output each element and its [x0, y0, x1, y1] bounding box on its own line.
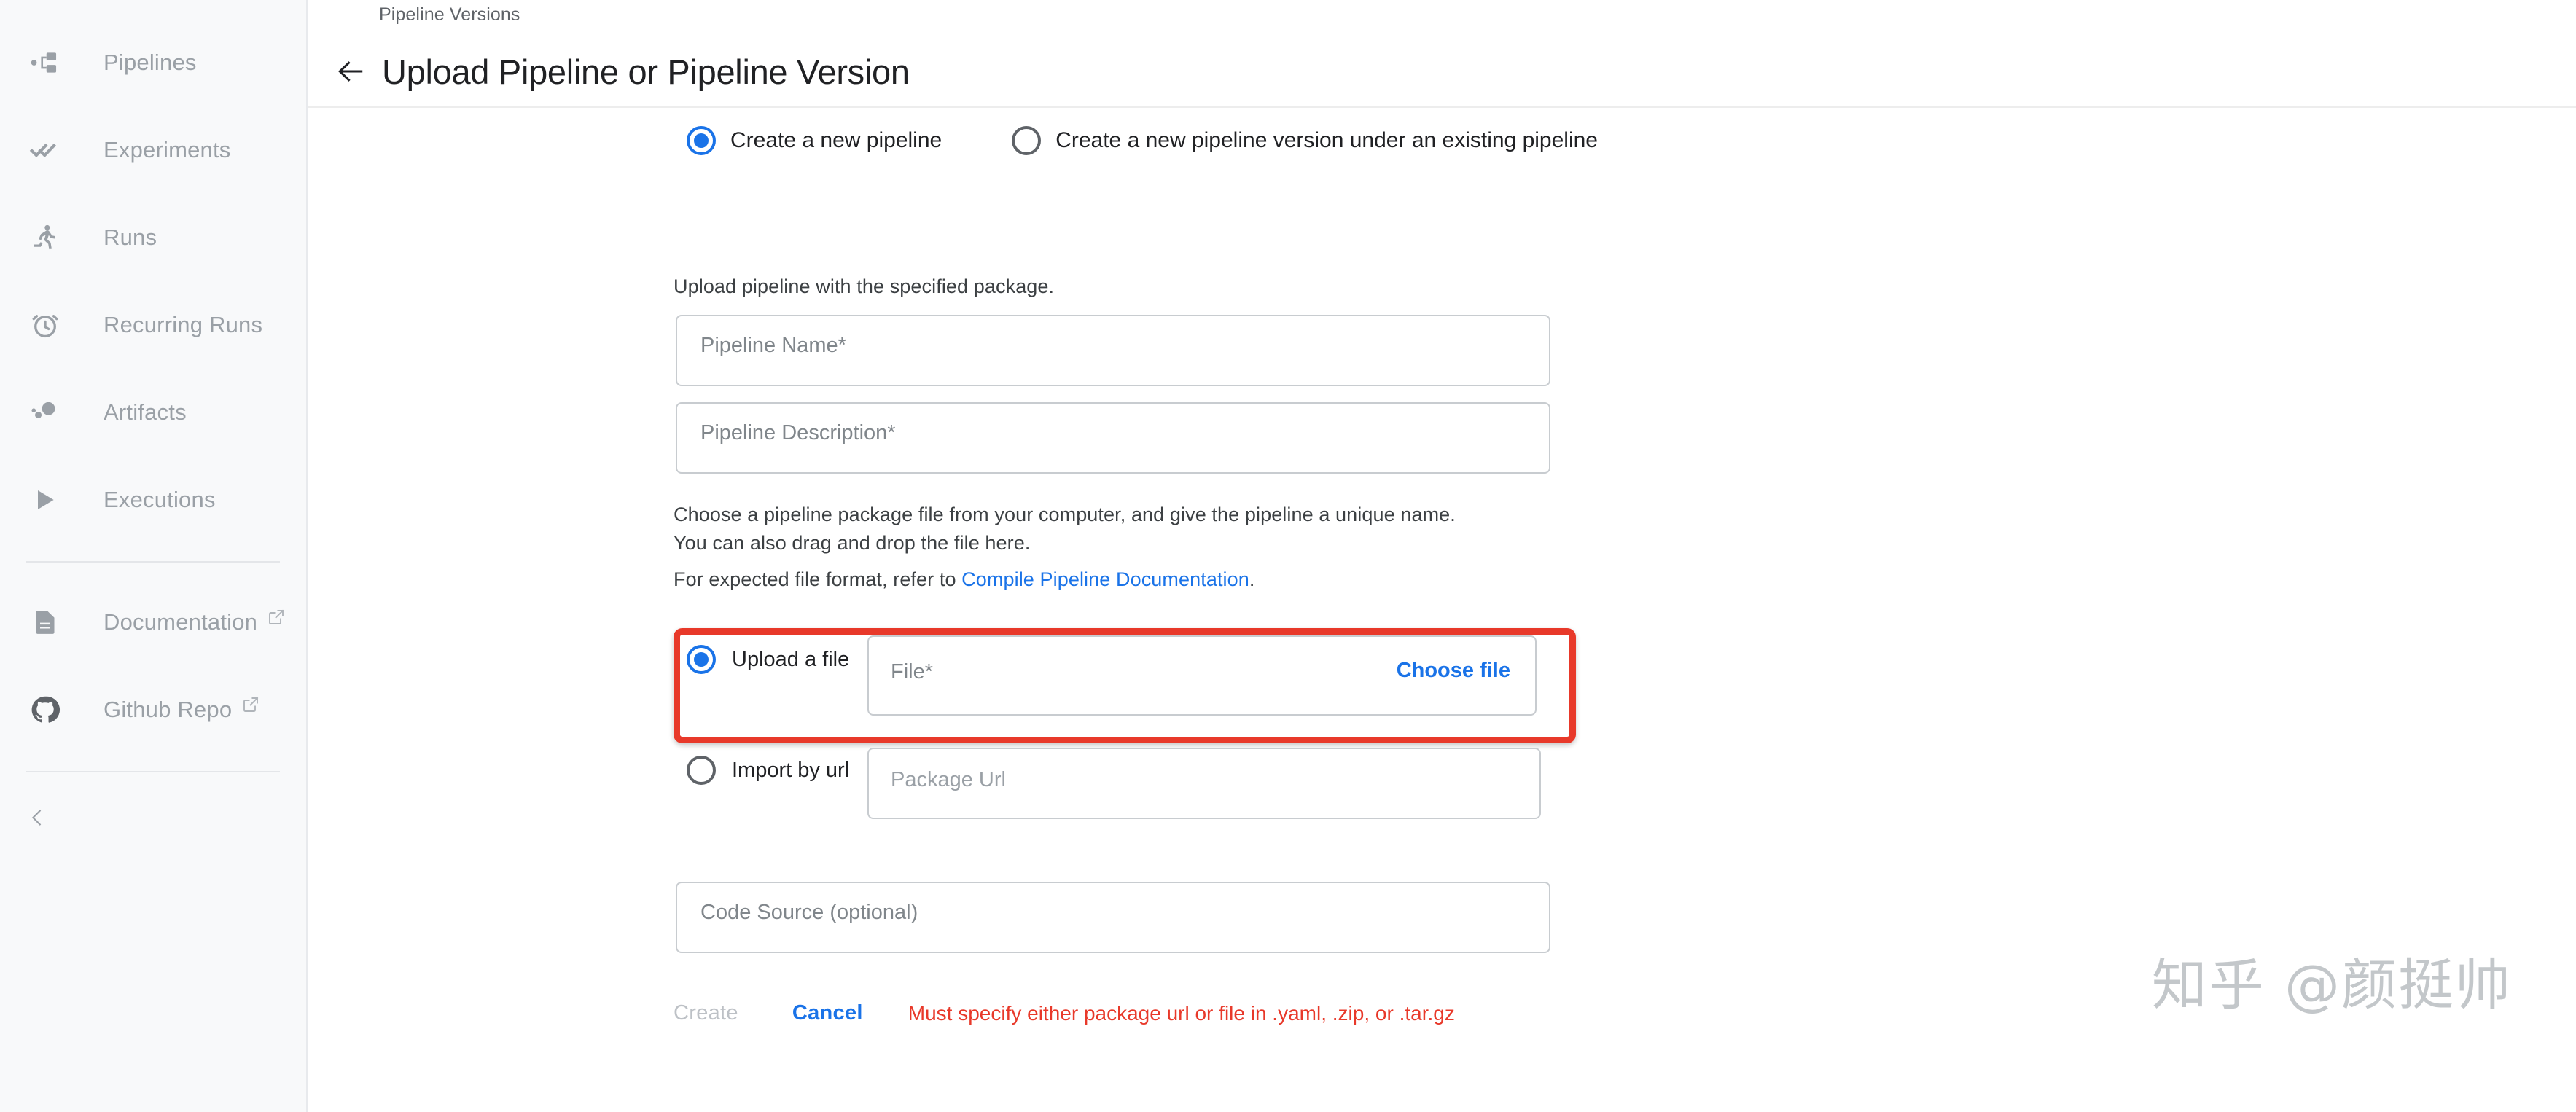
- sidebar-item-documentation[interactable]: Documentation: [0, 579, 306, 666]
- radio-indicator: [687, 126, 716, 155]
- upload-a-file-label: Upload a file: [732, 647, 850, 671]
- cancel-button[interactable]: Cancel: [792, 1001, 863, 1025]
- pipelines-icon: [22, 47, 69, 78]
- sidebar-item-label: Executions: [104, 487, 216, 512]
- file-input[interactable]: File* Choose file: [867, 635, 1537, 716]
- radio-indicator: [1012, 126, 1042, 155]
- sidebar-item-label: Runs: [104, 224, 157, 250]
- experiments-icon: [22, 134, 69, 166]
- radio-create-new-pipeline[interactable]: Create a new pipeline: [687, 126, 942, 155]
- sidebar-item-recurring-runs[interactable]: Recurring Runs: [0, 281, 306, 369]
- radio-indicator: [687, 756, 716, 785]
- radio-label: Create a new pipeline: [730, 128, 942, 152]
- import-by-url-label: Import by url: [732, 758, 850, 782]
- chevron-left-icon: [26, 807, 48, 833]
- sidebar-collapse-button[interactable]: [0, 788, 306, 851]
- radio-upload-a-file[interactable]: Upload a file: [687, 645, 878, 674]
- sidebar-item-label: Github Repo: [104, 697, 233, 722]
- create-button[interactable]: Create: [674, 1001, 738, 1025]
- upload-note: Upload pipeline with the specified packa…: [674, 275, 1055, 297]
- recurring-runs-icon: [22, 310, 69, 340]
- pipeline-description-placeholder: Pipeline Description*: [700, 421, 896, 445]
- sidebar-item-artifacts[interactable]: Artifacts: [0, 369, 306, 456]
- external-link-icon: [268, 608, 285, 626]
- drag-note: You can also drag and drop the file here…: [674, 532, 1031, 554]
- main-content: Pipeline Versions Upload Pipeline or Pip…: [308, 0, 2576, 1112]
- sidebar-divider-bottom: [26, 771, 280, 772]
- page-title: Upload Pipeline or Pipeline Version: [382, 52, 910, 91]
- radio-indicator: [687, 645, 716, 674]
- format-suffix: .: [1249, 568, 1255, 590]
- radio-label: Create a new pipeline version under an e…: [1055, 128, 1598, 152]
- breadcrumb[interactable]: Pipeline Versions: [379, 4, 520, 26]
- external-link-icon: [242, 696, 259, 713]
- choose-note: Choose a pipeline package file from your…: [674, 504, 1456, 525]
- pipeline-name-placeholder: Pipeline Name*: [700, 334, 846, 357]
- mode-radio-group: Create a new pipeline Create a new pipel…: [308, 126, 1598, 155]
- watermark: 知乎 @颜挺帅: [2151, 952, 2512, 1017]
- radio-create-new-version[interactable]: Create a new pipeline version under an e…: [1012, 126, 1598, 155]
- code-source-input[interactable]: Code Source (optional): [676, 882, 1550, 953]
- package-url-placeholder: Package Url: [891, 768, 1006, 791]
- sidebar-item-executions[interactable]: Executions: [0, 456, 306, 544]
- sidebar-item-runs[interactable]: Runs: [0, 194, 306, 281]
- document-icon: [22, 608, 69, 637]
- compile-pipeline-documentation-link[interactable]: Compile Pipeline Documentation: [961, 568, 1249, 590]
- executions-icon: [22, 485, 69, 514]
- choose-file-button[interactable]: Choose file: [1397, 659, 1510, 683]
- artifacts-icon: [22, 397, 69, 428]
- pipeline-description-input[interactable]: Pipeline Description*: [676, 402, 1550, 474]
- github-icon: [22, 694, 69, 725]
- error-message: Must specify either package url or file …: [908, 1001, 1455, 1025]
- radio-import-by-url[interactable]: Import by url: [687, 756, 878, 785]
- sidebar-item-label: Documentation: [104, 609, 258, 635]
- form-actions: Create Cancel Must specify either packag…: [674, 1001, 1455, 1025]
- sidebar-item-label: Pipelines: [104, 50, 197, 75]
- arrow-left-icon[interactable]: [331, 52, 370, 91]
- format-note: For expected file format, refer to Compi…: [674, 568, 1255, 591]
- code-source-placeholder: Code Source (optional): [700, 901, 918, 924]
- format-prefix: For expected file format, refer to: [674, 568, 962, 590]
- package-url-input[interactable]: Package Url: [867, 748, 1541, 819]
- sidebar-item-label: Experiments: [104, 137, 231, 163]
- file-placeholder: File*: [891, 660, 934, 684]
- pipeline-name-input[interactable]: Pipeline Name*: [676, 315, 1550, 386]
- runs-icon: [22, 222, 69, 253]
- sidebar-item-experiments[interactable]: Experiments: [0, 106, 306, 194]
- sidebar-item-github-repo[interactable]: Github Repo: [0, 666, 306, 753]
- sidebar-item-label: Recurring Runs: [104, 312, 263, 337]
- sidebar-item-label: Artifacts: [104, 399, 187, 425]
- sidebar-item-pipelines[interactable]: Pipelines: [0, 19, 306, 106]
- page-header: Upload Pipeline or Pipeline Version: [308, 36, 2576, 108]
- sidebar: Pipelines Experiments Runs Recurring Run…: [0, 0, 308, 1112]
- app-root: Pipelines Experiments Runs Recurring Run…: [0, 0, 2576, 1112]
- sidebar-divider-top: [26, 561, 280, 563]
